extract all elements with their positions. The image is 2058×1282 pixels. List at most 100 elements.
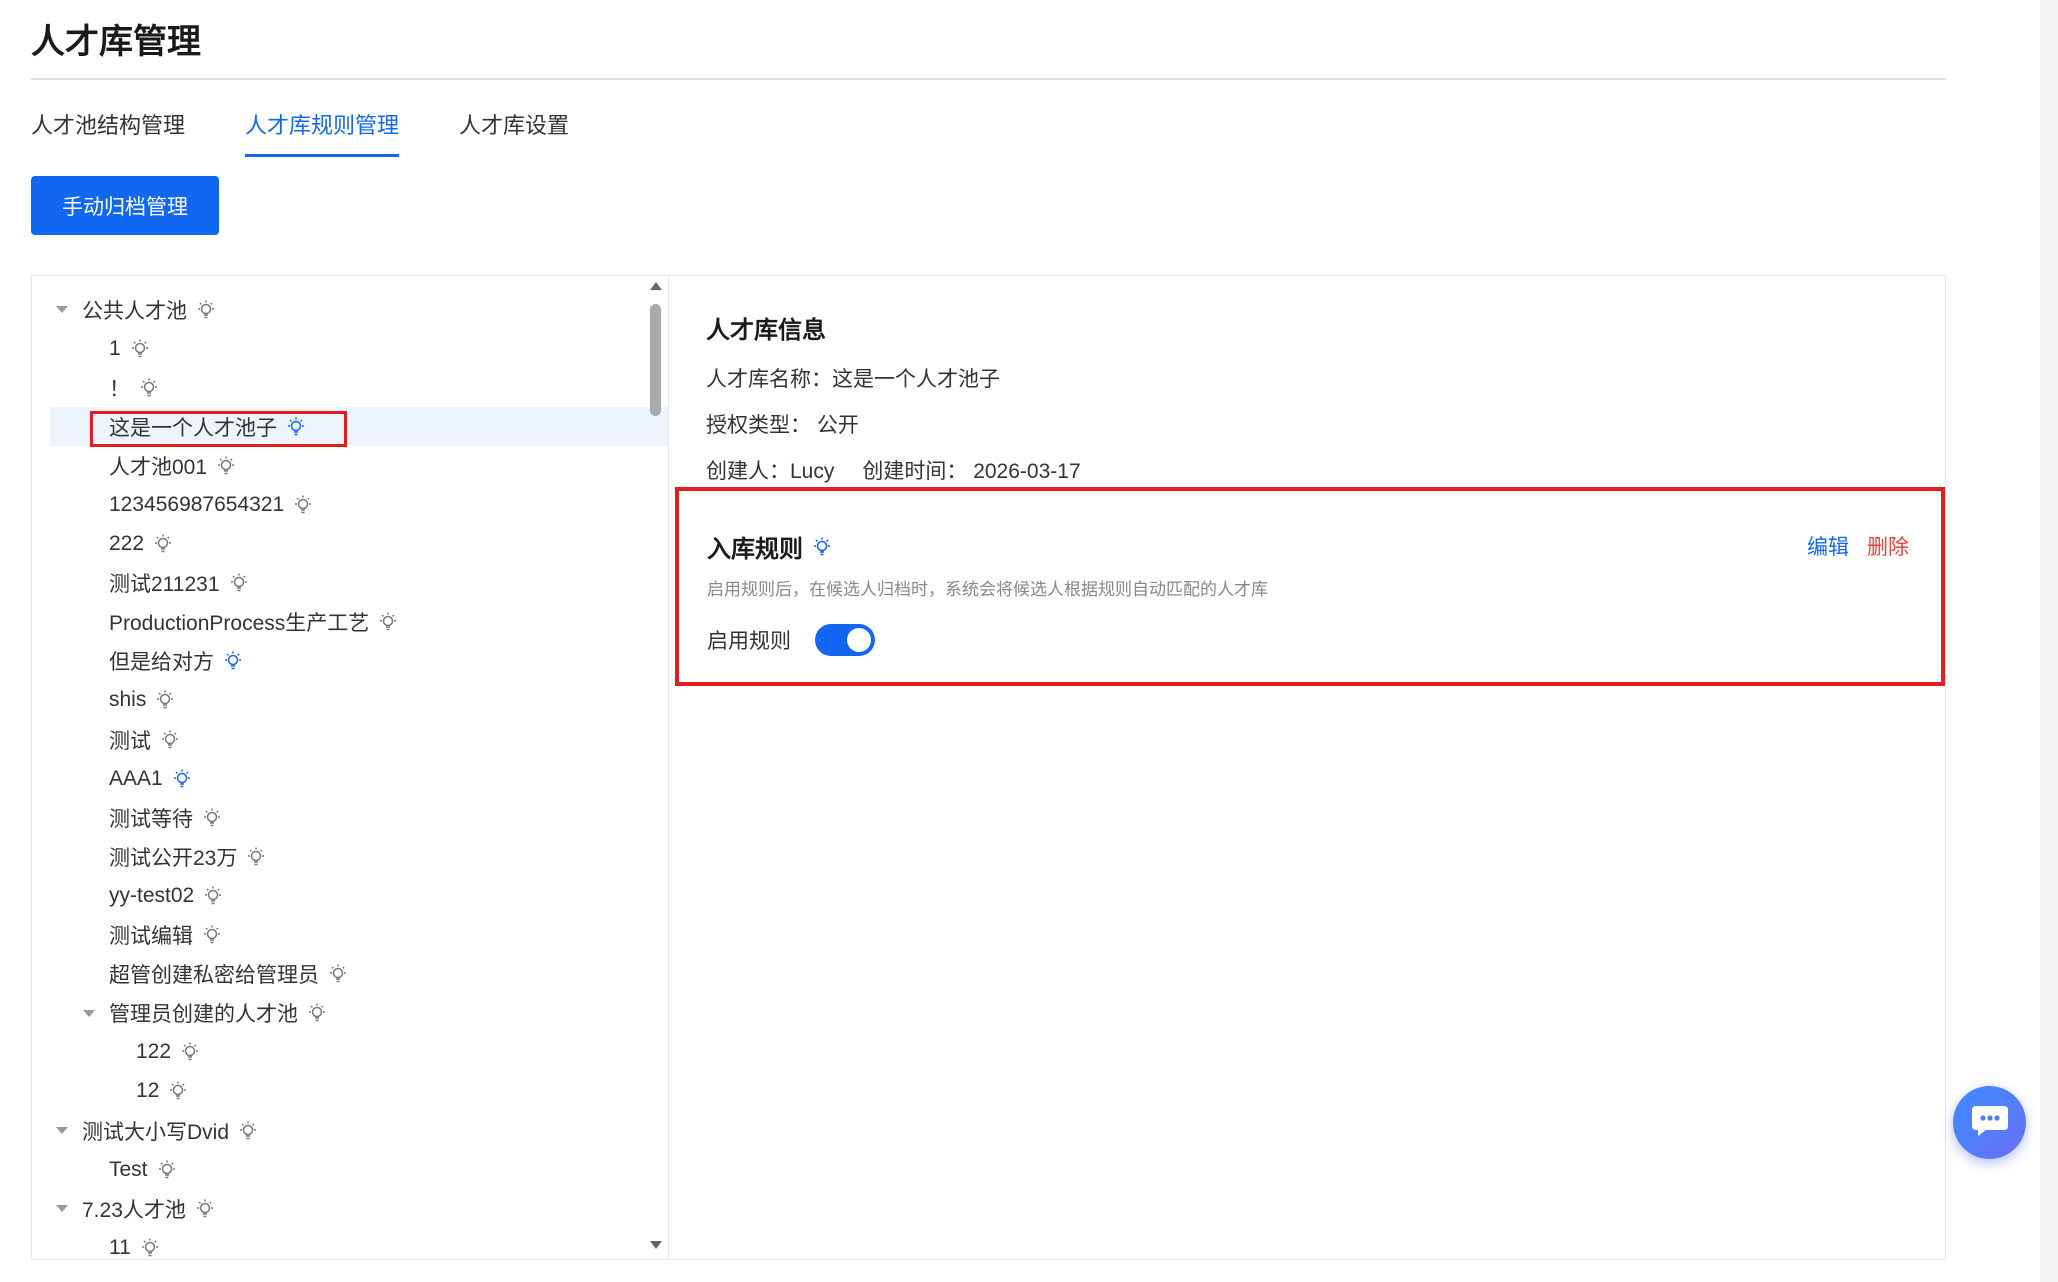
tree-node[interactable]: ProductionProcess生产工艺	[50, 603, 660, 642]
tree-node[interactable]: 测试公开23万	[50, 837, 660, 876]
creator-row: 创建人：Lucy 创建时间： 2026-03-17	[706, 455, 1081, 485]
tree-scrollbar-thumb[interactable]	[650, 304, 661, 416]
lightbulb-icon	[201, 807, 223, 829]
expand-caret-icon[interactable]	[56, 306, 68, 314]
main-panel: 公共人才池 1 ！ 这是一个人才池子人才池001 123456987654321 222 测…	[31, 275, 1946, 1260]
lightbulb-icon	[237, 1120, 259, 1142]
lightbulb-icon	[179, 1041, 201, 1063]
tree-node[interactable]: 12	[50, 1072, 660, 1111]
rule-title: 入库规则	[707, 536, 803, 563]
tree-node-label: yy-test02	[109, 883, 195, 907]
auth-type-label: 授权类型：	[706, 414, 811, 437]
tree-node-label: 222	[109, 532, 145, 556]
created-time-value: 2026-03-17	[973, 460, 1081, 483]
enable-rule-row: 启用规则	[707, 624, 875, 656]
tab-pool-structure[interactable]: 人才池结构管理	[31, 108, 185, 157]
tree-node-label: Test	[109, 1157, 148, 1181]
tree-node-label: 12	[136, 1079, 160, 1103]
tree-node-label: 7.23人才池	[82, 1198, 186, 1222]
tree-node-label: 测试编辑	[109, 925, 193, 949]
tree-node[interactable]: ！	[50, 368, 660, 407]
rule-actions: 编辑 删除	[1807, 531, 1909, 561]
tree-node[interactable]: 123456987654321	[50, 485, 660, 524]
edit-rule-link[interactable]: 编辑	[1807, 536, 1849, 559]
tree-node[interactable]: 11	[50, 1228, 660, 1259]
rule-description: 启用规则后，在候选人归档时，系统会将候选人根据规则自动匹配的人才库	[707, 580, 1268, 599]
rule-section: 入库规则 编辑 删除 启用规则后，在候选人归档时，系统会将候选人根据规则自动匹配的…	[675, 487, 1945, 686]
scroll-up-arrow-icon[interactable]	[650, 282, 662, 290]
lightbulb-icon	[811, 536, 833, 558]
tree-node-label: 管理员创建的人才池	[109, 1003, 298, 1027]
rule-title-row: 入库规则	[707, 529, 833, 564]
tree-node-label: 123456987654321	[109, 493, 285, 517]
expand-caret-icon[interactable]	[56, 1127, 68, 1135]
title-divider	[31, 78, 1946, 80]
lightbulb-icon	[171, 768, 193, 790]
tree-node-label: 测试等待	[109, 807, 193, 831]
enable-rule-toggle[interactable]	[815, 624, 875, 656]
tree-node[interactable]: 222	[50, 525, 660, 564]
tree-node[interactable]: 公共人才池	[50, 290, 660, 329]
tab-settings[interactable]: 人才库设置	[459, 108, 569, 157]
page-scrollbar[interactable]	[2040, 0, 2058, 1282]
tree-node[interactable]: Test	[50, 1150, 660, 1189]
lightbulb-icon	[327, 963, 349, 985]
tree-node[interactable]: 测试211231	[50, 564, 660, 603]
auth-type-value: 公开	[816, 414, 859, 437]
lightbulb-icon	[159, 729, 181, 751]
created-time-label: 创建时间：	[862, 460, 968, 483]
auth-type-row: 授权类型： 公开	[706, 409, 1081, 439]
creator-value: Lucy	[790, 460, 835, 483]
scroll-down-arrow-icon[interactable]	[650, 1241, 662, 1249]
pool-name-value: 这是一个人才池子	[832, 368, 1000, 391]
tree-node[interactable]: AAA1	[50, 759, 660, 798]
chat-icon	[1970, 1102, 2010, 1143]
tree-node[interactable]: 测试	[50, 720, 660, 759]
tree-node[interactable]: yy-test02	[50, 876, 660, 915]
tree-node-label: 1	[109, 336, 121, 360]
lightbulb-icon	[228, 572, 250, 594]
manual-archive-button[interactable]: 手动归档管理	[31, 176, 219, 235]
tree-node[interactable]: 测试等待	[50, 798, 660, 837]
tree-node-label: ！	[109, 377, 130, 401]
chat-button[interactable]	[1953, 1086, 2026, 1159]
tree-node-label: 测试公开23万	[109, 846, 238, 870]
tree-node[interactable]: 7.23人才池	[50, 1189, 660, 1228]
expand-caret-icon[interactable]	[83, 1009, 95, 1017]
tree-node[interactable]: 管理员创建的人才池	[50, 994, 660, 1033]
lightbulb-icon	[156, 1159, 178, 1181]
lightbulb-icon	[167, 1080, 189, 1102]
lightbulb-icon	[138, 377, 160, 399]
lightbulb-icon	[222, 650, 244, 672]
tree-pane: 公共人才池 1！这是一个人才池子 人才池001 123456987654321 222 测…	[32, 276, 669, 1259]
tree-node-label: AAA1	[109, 766, 163, 790]
lightbulb-icon	[306, 1002, 328, 1024]
lightbulb-icon	[292, 494, 314, 516]
lightbulb-icon	[377, 611, 399, 633]
lightbulb-icon	[215, 455, 237, 477]
tree-node[interactable]: shis	[50, 681, 660, 720]
tree-node-label: 人才池001	[109, 455, 208, 479]
tab-bar: 人才池结构管理 人才库规则管理 人才库设置	[31, 108, 629, 157]
tree-node-label: 测试大小写Dvid	[82, 1120, 230, 1144]
tree-node-label: shis	[109, 688, 147, 712]
tree-node[interactable]: 但是给对方	[50, 642, 660, 681]
tree-node[interactable]: 人才池001	[50, 446, 660, 485]
page-title: 人才库管理	[31, 23, 201, 61]
expand-caret-icon[interactable]	[56, 1205, 68, 1213]
tree-node[interactable]: 超管创建私密给管理员	[50, 955, 660, 994]
pool-info: 人才库信息 人才库名称：这是一个人才池子 授权类型： 公开 创建人：Lucy 创建…	[706, 310, 1081, 501]
lightbulb-icon	[245, 846, 267, 868]
tree-node[interactable]: 测试大小写Dvid	[50, 1111, 660, 1150]
tree-node[interactable]: 测试编辑	[50, 916, 660, 955]
tree-node[interactable]: 1	[50, 329, 660, 368]
lightbulb-icon	[201, 924, 223, 946]
selected-node-highlight	[90, 411, 347, 447]
delete-rule-link[interactable]: 删除	[1867, 536, 1909, 559]
tree-node-label: 超管创建私密给管理员	[109, 964, 319, 988]
tree-node-label: 11	[109, 1235, 131, 1259]
tab-rule-management[interactable]: 人才库规则管理	[245, 108, 400, 157]
lightbulb-icon	[139, 1237, 161, 1259]
pool-info-title: 人才库信息	[706, 317, 826, 344]
tree-node[interactable]: 122	[50, 1033, 660, 1072]
